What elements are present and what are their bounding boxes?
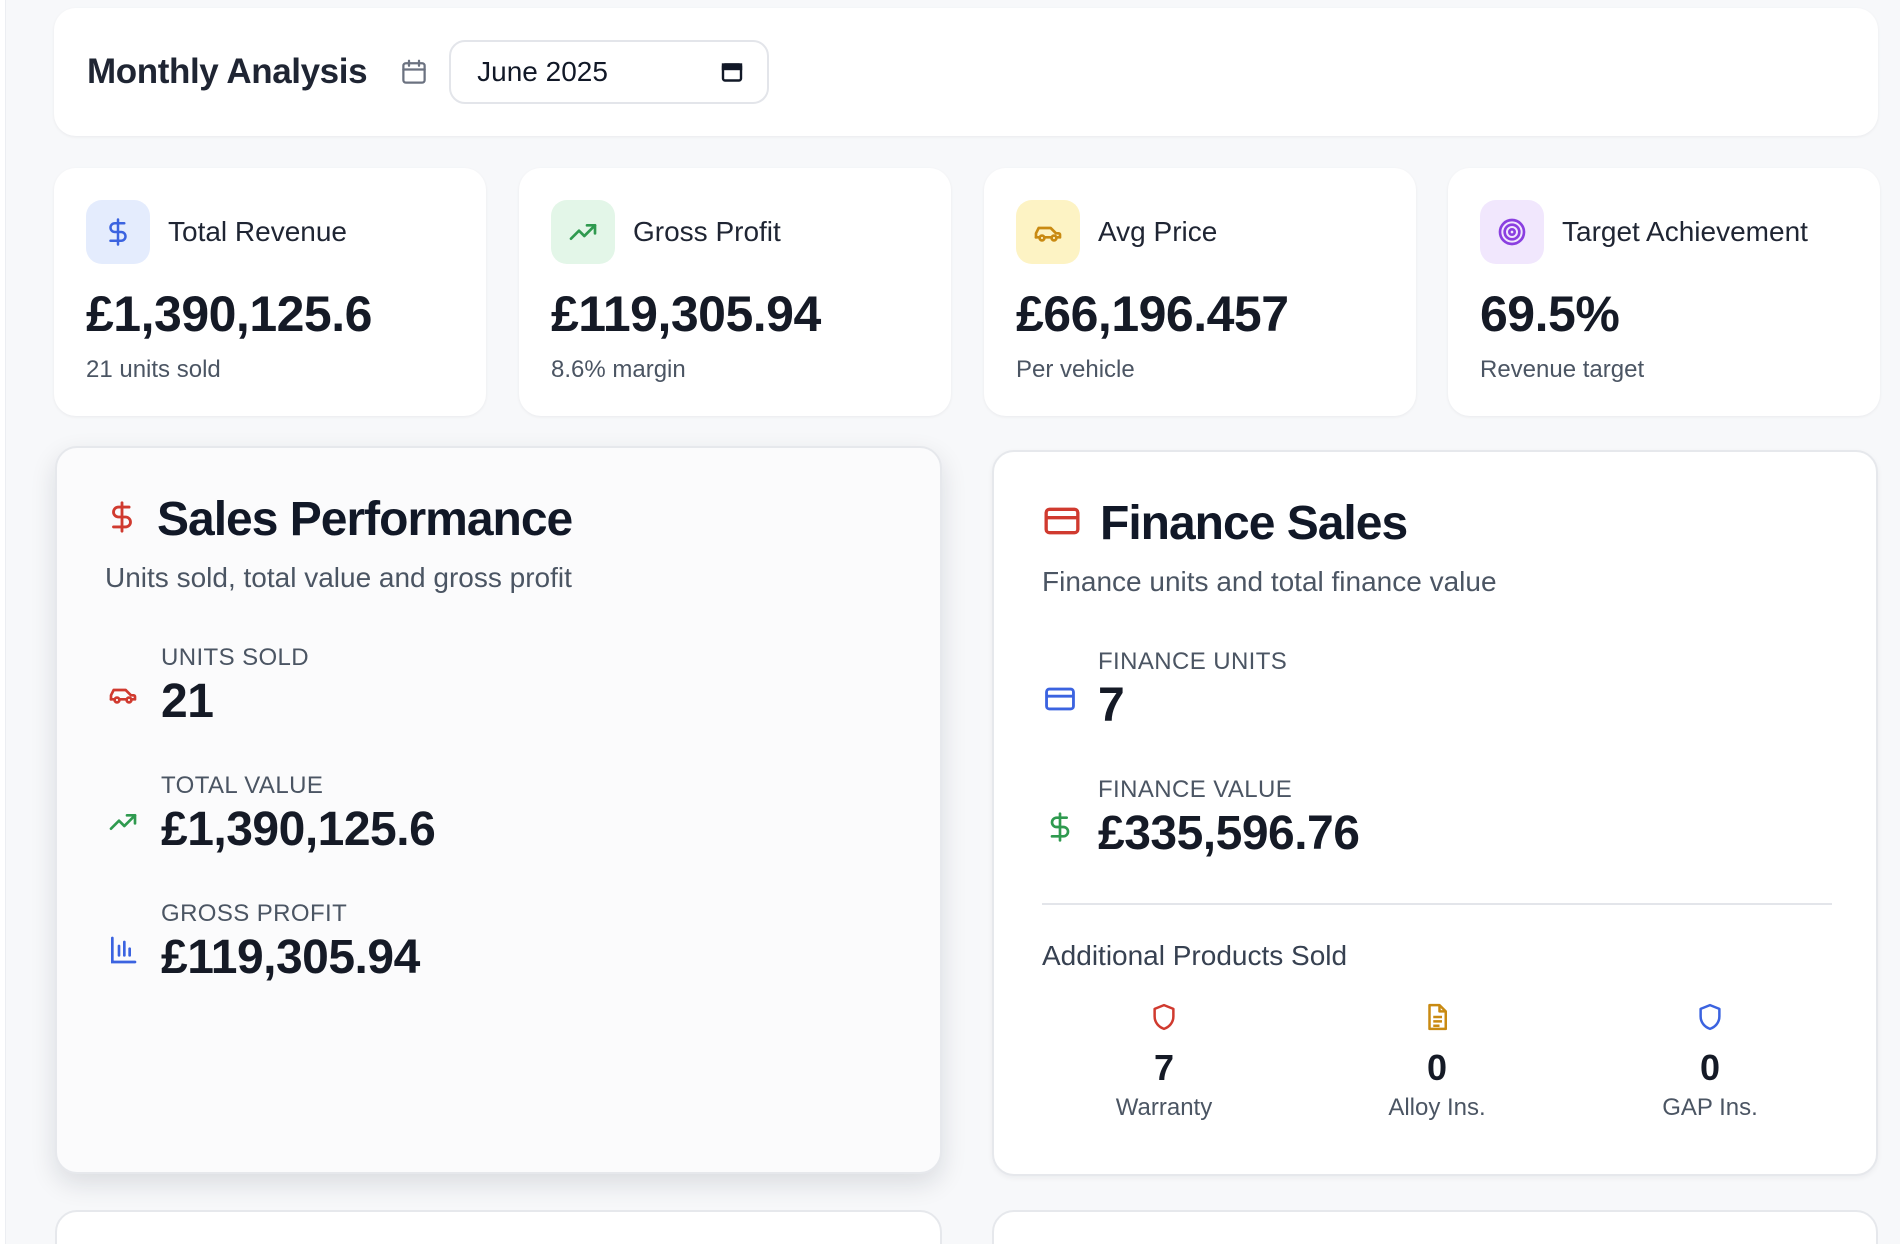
additional-product-warranty: 7 Warranty xyxy=(1074,1000,1254,1122)
car-icon xyxy=(105,644,141,732)
additional-product-label: Alloy Ins. xyxy=(1388,1094,1486,1121)
credit-card-icon xyxy=(1042,648,1078,736)
panel-title: Finance Sales xyxy=(1100,497,1408,550)
bottom-panel-left xyxy=(55,1210,942,1244)
page-title: Monthly Analysis xyxy=(87,52,368,91)
stat-sub: 21 units sold xyxy=(86,356,221,383)
additional-product-count: 0 xyxy=(1699,1047,1721,1088)
stat-value: £119,305.94 xyxy=(551,286,821,342)
metric-total-value: TOTAL VALUE £1,390,125.6 xyxy=(105,772,436,860)
month-picker-input[interactable]: June 2025 xyxy=(449,40,770,104)
stat-value: £66,196.457 xyxy=(1016,286,1289,342)
calendar-icon xyxy=(399,57,429,87)
panel-title: Sales Performance xyxy=(157,493,573,546)
dollar-icon xyxy=(1042,776,1078,864)
stat-sub: Revenue target xyxy=(1480,356,1645,383)
additional-products-title: Additional Products Sold xyxy=(1042,940,1348,971)
panel-subtitle: Finance units and total finance value xyxy=(1042,566,1497,597)
trending-up-icon xyxy=(105,772,141,860)
bottom-panel-right xyxy=(992,1210,1878,1244)
target-icon xyxy=(1480,200,1544,264)
metric-value: £335,596.76 xyxy=(1098,807,1360,860)
divider xyxy=(1042,903,1832,905)
metric-label: FINANCE VALUE xyxy=(1098,776,1293,803)
metric-label: GROSS PROFIT xyxy=(161,900,348,927)
metric-units-sold: UNITS SOLD 21 xyxy=(105,644,309,732)
credit-card-icon xyxy=(1042,501,1082,546)
stat-value: £1,390,125.6 xyxy=(86,286,372,342)
car-icon xyxy=(1016,200,1080,264)
stat-label: Avg Price xyxy=(1098,216,1218,247)
month-picker-value: June 2025 xyxy=(477,56,608,87)
stat-card-total-revenue: Total Revenue £1,390,125.6 21 units sold xyxy=(54,168,486,416)
stat-label: Target Achievement xyxy=(1562,216,1808,247)
sales-performance-panel: Sales Performance Units sold, total valu… xyxy=(55,446,942,1174)
shield-icon xyxy=(1074,1000,1254,1034)
additional-product-alloy-ins: 0 Alloy Ins. xyxy=(1347,1000,1527,1122)
stat-card-gross-profit: Gross Profit £119,305.94 8.6% margin xyxy=(519,168,951,416)
metric-finance-units: FINANCE UNITS 7 xyxy=(1042,648,1287,736)
additional-product-label: GAP Ins. xyxy=(1662,1094,1758,1121)
additional-product-label: Warranty xyxy=(1115,1094,1213,1121)
metric-value: £1,390,125.6 xyxy=(161,803,436,856)
finance-sales-panel: Finance Sales Finance units and total fi… xyxy=(992,450,1878,1176)
metric-label: FINANCE UNITS xyxy=(1098,648,1288,675)
stat-sub: 8.6% margin xyxy=(551,356,686,383)
dollar-icon xyxy=(105,495,139,544)
metric-value: 7 xyxy=(1098,679,1125,732)
trending-up-icon xyxy=(551,200,615,264)
metric-gross-profit: GROSS PROFIT £119,305.94 xyxy=(105,900,420,988)
stat-label: Gross Profit xyxy=(633,216,781,247)
additional-product-gap-ins: 0 GAP Ins. xyxy=(1620,1000,1800,1122)
stat-card-avg-price: Avg Price £66,196.457 Per vehicle xyxy=(984,168,1416,416)
stat-label: Total Revenue xyxy=(168,216,348,247)
panel-subtitle: Units sold, total value and gross profit xyxy=(105,562,572,593)
page-header: Monthly Analysis June 2025 xyxy=(54,8,1878,136)
additional-product-count: 7 xyxy=(1153,1047,1175,1088)
dollar-icon xyxy=(86,200,150,264)
page-left-edge xyxy=(0,0,6,1244)
metric-label: TOTAL VALUE xyxy=(161,772,324,799)
metric-value: £119,305.94 xyxy=(161,931,420,984)
stat-card-target-achievement: Target Achievement 69.5% Revenue target xyxy=(1448,168,1880,416)
document-icon xyxy=(1347,1000,1527,1034)
shield-icon xyxy=(1620,1000,1800,1034)
metric-finance-value: FINANCE VALUE £335,596.76 xyxy=(1042,776,1360,864)
bar-chart-icon xyxy=(105,900,141,988)
metric-value: 21 xyxy=(161,675,214,728)
stat-value: 69.5% xyxy=(1480,286,1620,342)
calendar-picker-icon[interactable] xyxy=(719,59,745,85)
metric-label: UNITS SOLD xyxy=(161,644,310,671)
stat-sub: Per vehicle xyxy=(1016,356,1135,383)
additional-product-count: 0 xyxy=(1426,1047,1448,1088)
